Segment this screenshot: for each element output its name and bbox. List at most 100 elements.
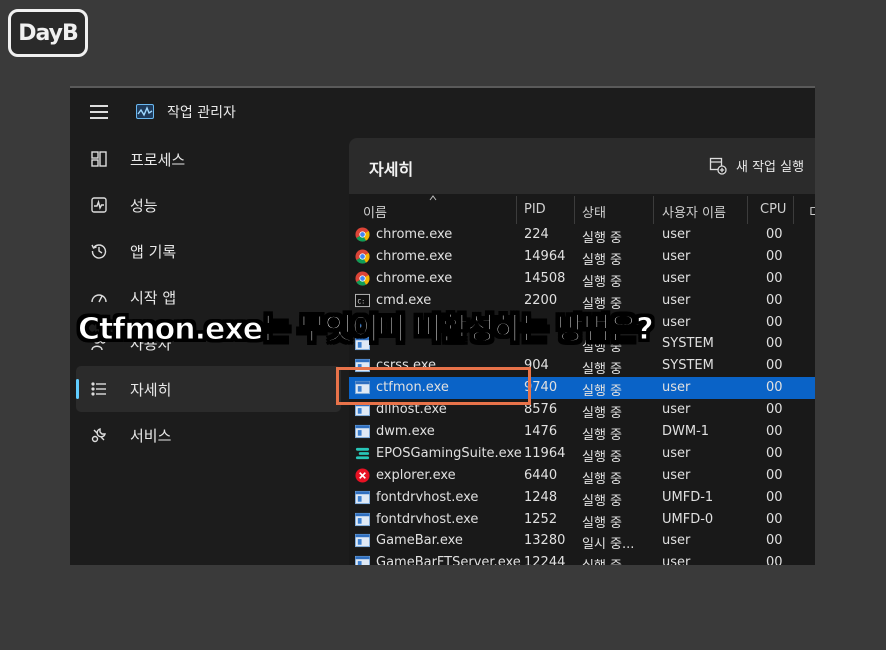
- process-name: GameBarFTServer.exe: [376, 555, 521, 565]
- process-name: GameBar.exe: [376, 533, 463, 549]
- sidebar-item-details[interactable]: 자세히: [76, 366, 341, 412]
- process-user: user: [662, 270, 691, 286]
- column-divider[interactable]: [653, 196, 654, 224]
- column-user[interactable]: 사용자 이름: [662, 202, 726, 221]
- process-state: 일시 중...: [582, 537, 635, 553]
- process-pid: 1248: [524, 489, 558, 505]
- sidebar-item-processes[interactable]: 프로세스: [76, 136, 341, 182]
- table-row[interactable]: GameBarFTServer.exe12244 실행 중 user 00: [349, 552, 815, 565]
- table-row[interactable]: dwm.exe 1476 실행 중 DWM-1 00: [349, 421, 815, 443]
- app-icon: [355, 555, 370, 565]
- table-row[interactable]: fontdrvhost.exe 1252 실행 중 UMFD-0 00: [349, 509, 815, 531]
- column-cpu[interactable]: CPU: [760, 202, 786, 217]
- details-header: 자세히 새 작업 실행: [349, 138, 815, 194]
- process-pid: 14964: [524, 248, 566, 264]
- sidebar-item-app-history[interactable]: 앱 기록: [76, 228, 341, 274]
- process-user: user: [662, 248, 691, 264]
- table-row[interactable]: GameBar.exe 13280 일시 중... user 00: [349, 530, 815, 552]
- process-cpu: 00: [766, 380, 783, 396]
- sidebar-item-label: 성능: [130, 196, 158, 215]
- process-name: chrome.exe: [376, 248, 453, 264]
- column-name[interactable]: 이름: [363, 202, 387, 221]
- process-name: EPOSGamingSuite.exe: [376, 445, 522, 461]
- error-icon: [355, 468, 370, 483]
- sidebar-item-performance[interactable]: 성능: [76, 182, 341, 228]
- process-cpu: 00: [766, 489, 783, 505]
- sidebar-item-label: 자세히: [130, 380, 172, 399]
- process-name: chrome.exe: [376, 227, 453, 242]
- column-extra[interactable]: 디: [809, 202, 815, 221]
- process-user: UMFD-0: [662, 511, 714, 527]
- column-divider[interactable]: [793, 196, 794, 224]
- process-user: user: [662, 467, 691, 483]
- process-pid: 12244: [524, 555, 566, 565]
- title-bar: 작업 관리자: [70, 94, 815, 130]
- process-cpu: 00: [766, 402, 783, 418]
- sort-up-icon: [429, 195, 437, 201]
- process-user: user: [662, 380, 691, 396]
- task-manager-app-icon: [136, 104, 154, 119]
- process-cpu: 00: [766, 292, 783, 308]
- process-state: 실행 중: [582, 252, 623, 268]
- process-cpu: 00: [766, 467, 783, 483]
- table-row[interactable]: fontdrvhost.exe 1248 실행 중 UMFD-1 00: [349, 487, 815, 509]
- overlay-title: Ctfmon.exe는 무엇이며 비활성하는 방법은?: [78, 312, 655, 348]
- table-row[interactable]: chrome.exe 14964 실행 중 user 00: [349, 246, 815, 268]
- process-pid: 11964: [524, 445, 566, 461]
- process-pid: 14508: [524, 270, 566, 286]
- app-icon: [355, 512, 370, 527]
- chrome-icon: [355, 227, 370, 242]
- process-user: SYSTEM: [662, 336, 714, 352]
- column-state[interactable]: 상태: [582, 202, 606, 221]
- process-cpu: 00: [766, 336, 783, 352]
- process-cpu: 00: [766, 511, 783, 527]
- process-state: 실행 중: [582, 362, 623, 378]
- new-task-button[interactable]: 새 작업 실행: [709, 156, 804, 175]
- process-state: 실행 중: [582, 274, 623, 290]
- process-cpu: 00: [766, 445, 783, 461]
- sidebar-item-label: 프로세스: [130, 150, 186, 169]
- process-pid: 13280: [524, 533, 566, 549]
- process-state: 실행 중: [582, 493, 623, 509]
- process-user: user: [662, 292, 691, 308]
- services-icon: [88, 424, 110, 446]
- window-top-edge: [70, 86, 815, 88]
- app-icon: [355, 533, 370, 548]
- process-state: 실행 중: [582, 515, 623, 531]
- process-state: 실행 중: [582, 406, 623, 422]
- column-divider[interactable]: [747, 196, 748, 224]
- table-row[interactable]: chrome.exe 14508 실행 중 user 00: [349, 268, 815, 290]
- highlight-box: [336, 367, 531, 405]
- epos-icon: [355, 446, 370, 461]
- column-divider[interactable]: [516, 196, 517, 224]
- process-cpu: 00: [766, 314, 783, 330]
- processes-icon: [88, 148, 110, 170]
- daybuilder-logo: DayB: [8, 9, 88, 57]
- process-user: UMFD-1: [662, 489, 714, 505]
- process-user: user: [662, 555, 691, 565]
- process-name: chrome.exe: [376, 270, 453, 286]
- chrome-icon: [355, 271, 370, 286]
- column-divider[interactable]: [574, 196, 575, 224]
- process-state: 실행 중: [582, 384, 623, 400]
- process-user: user: [662, 314, 691, 330]
- process-pid: 6440: [524, 467, 558, 483]
- table-row[interactable]: explorer.exe 6440 실행 중 user 00: [349, 465, 815, 487]
- app-title: 작업 관리자: [167, 105, 236, 121]
- app-icon: [355, 490, 370, 505]
- history-icon: [88, 240, 110, 262]
- table-row[interactable]: chrome.exe 224 실행 중 user 00: [349, 224, 815, 246]
- process-pid: 1252: [524, 511, 558, 527]
- process-cpu: 00: [766, 424, 783, 440]
- hamburger-menu-icon[interactable]: [90, 105, 108, 119]
- column-pid[interactable]: PID: [524, 202, 546, 217]
- new-task-label: 새 작업 실행: [736, 160, 805, 175]
- process-name: fontdrvhost.exe: [376, 511, 479, 527]
- table-row[interactable]: EPOSGamingSuite.exe 11964 실행 중 user 00: [349, 443, 815, 465]
- sidebar-item-services[interactable]: 서비스: [76, 412, 341, 458]
- sidebar-nav: 프로세스 성능 앱 기록 시작 앱 사용자 자세히 서비스: [76, 136, 341, 458]
- performance-icon: [88, 194, 110, 216]
- table-header: 이름 PID 상태 사용자 이름 CPU 디: [349, 195, 815, 224]
- process-state: 실행 중: [582, 471, 623, 487]
- new-task-icon: [709, 157, 727, 175]
